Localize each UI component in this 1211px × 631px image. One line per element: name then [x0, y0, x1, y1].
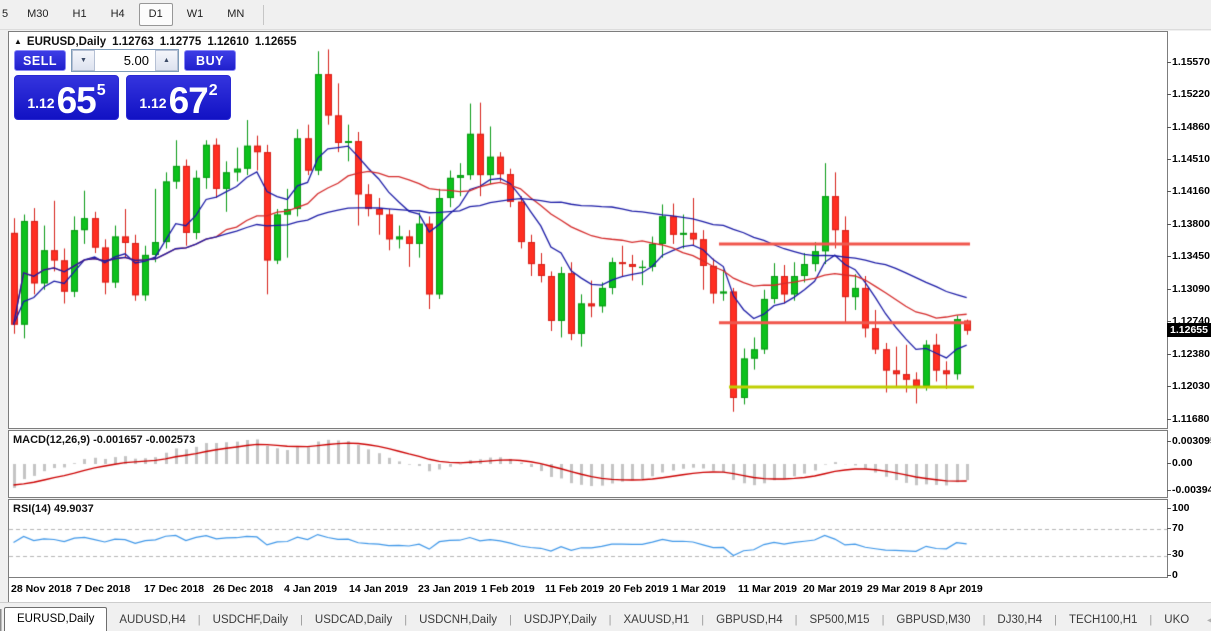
low-value: 1.12610 [207, 36, 249, 48]
date-axis-label: 1 Feb 2019 [481, 583, 535, 595]
macd-label: MACD(12,26,9) -0.001657 -0.002573 [13, 434, 196, 446]
volume-stepper: ▼ 5.00 ▲ [71, 48, 179, 72]
date-axis-label: 11 Feb 2019 [545, 583, 604, 595]
tab-gbpusd-h4[interactable]: GBPUSD,H4 [704, 609, 794, 631]
price-axis-label: 1.15570 [1167, 55, 1210, 68]
timeframe-button-mn[interactable]: MN [217, 3, 254, 26]
date-axis-label: 20 Feb 2019 [609, 583, 669, 595]
macd-axis-label: 0.00 [1166, 456, 1193, 469]
close-value: 1.12655 [254, 36, 297, 48]
sell-price-sup: 5 [96, 82, 106, 99]
sell-price-prefix: 1.12 [27, 95, 55, 111]
timeframe-button-5[interactable]: 5 [0, 3, 13, 26]
one-click-trading-widget: SELL ▼ 5.00 ▲ BUY 1.12 65 5 1.12 67 2 [14, 48, 236, 120]
date-axis-label: 14 Jan 2019 [349, 583, 408, 595]
symbol-label: EURUSD,Daily [26, 36, 107, 48]
trading-terminal-window: { "toolbar": {"timeframes": ["5","M30","… [0, 0, 1211, 631]
buy-price-sup: 2 [208, 82, 218, 99]
buy-quote-panel[interactable]: 1.12 67 2 [126, 75, 231, 120]
sell-price-big: 65 [56, 79, 97, 121]
date-axis: 28 Nov 2018 7 Dec 2018 17 Dec 2018 26 Dec 2… [8, 578, 1211, 602]
macd-signal-value: -0.002573 [145, 434, 196, 446]
price-axis-label: 1.15220 [1167, 87, 1210, 100]
buy-price-big: 67 [168, 79, 209, 121]
date-axis-label: 8 Apr 2019 [930, 583, 983, 595]
timeframe-toolbar: 5 M30 H1 H4 D1 W1 MN [0, 0, 1211, 30]
toolbar-separator [263, 4, 265, 25]
price-axis-label: 1.14860 [1167, 120, 1210, 133]
price-axis-label: 1.14160 [1167, 185, 1210, 198]
chart-header: ▲ EURUSD,Daily 1.12763 1.12775 1.12610 1.1265… [14, 36, 296, 48]
timeframe-button-d1[interactable]: D1 [138, 3, 173, 26]
date-axis-label: 17 Dec 2018 [144, 583, 205, 595]
sell-quote-panel[interactable]: 1.12 65 5 [14, 75, 119, 120]
high-value: 1.12775 [159, 36, 202, 48]
date-axis-label: 29 Mar 2019 [867, 583, 927, 595]
tab-usdchf-daily[interactable]: USDCHF,Daily [201, 609, 300, 631]
tab-xauusd-h1[interactable]: XAUUSD,H1 [611, 609, 701, 631]
current-price-badge: 1.12655 [1167, 322, 1211, 337]
price-axis-label: 1.13090 [1167, 283, 1210, 296]
volume-decrease-button[interactable]: ▼ [72, 49, 95, 71]
macd-main-value: -0.001657 [93, 434, 143, 446]
price-axis-label: 1.12380 [1167, 348, 1210, 361]
date-axis-label: 11 Mar 2019 [738, 583, 797, 595]
price-axis-label: 1.14510 [1167, 152, 1210, 165]
rsi-panel[interactable] [8, 499, 1168, 578]
rsi-canvas[interactable] [9, 500, 1167, 577]
price-axis-label: 1.12030 [1167, 380, 1210, 393]
tab-uko[interactable]: UKO [1152, 609, 1201, 631]
rsi-axis-label: 0 [1167, 568, 1178, 581]
timeframe-button-h1[interactable]: H1 [63, 3, 97, 26]
timeframe-button-m30[interactable]: M30 [17, 3, 58, 26]
date-axis-label: 28 Nov 2018 [11, 583, 72, 595]
timeframe-button-h4[interactable]: H4 [101, 3, 135, 26]
price-axis-label: 1.13800 [1167, 218, 1210, 231]
rsi-axis-label: 70 [1167, 521, 1184, 534]
tab-bar: EURUSD,Daily AUDUSD,H4 | USDCHF,Daily | USDCA… [0, 605, 1211, 631]
tab-gbpusd-m30[interactable]: GBPUSD,M30 [884, 609, 982, 631]
tab-usdcnh-daily[interactable]: USDCNH,Daily [407, 609, 509, 631]
tab-tech100-h1[interactable]: TECH100,H1 [1057, 609, 1149, 631]
tab-eurusd-daily[interactable]: EURUSD,Daily [4, 607, 108, 631]
tab-scroll-left-button[interactable]: ◄ [1201, 609, 1211, 631]
tab-dock-edge [0, 609, 2, 631]
date-axis-label: 20 Mar 2019 [803, 583, 863, 595]
date-axis-label: 7 Dec 2018 [76, 583, 131, 595]
collapse-triangle-icon[interactable]: ▲ [14, 37, 22, 46]
tab-sp500-m15[interactable]: SP500,M15 [797, 609, 881, 631]
tab-dj30-h4[interactable]: DJ30,H4 [985, 609, 1054, 631]
volume-increase-button[interactable]: ▲ [155, 49, 178, 71]
tab-audusd-h4[interactable]: AUDUSD,H4 [107, 609, 197, 631]
tab-usdjpy-daily[interactable]: USDJPY,Daily [512, 609, 609, 631]
price-axis-label: 1.11680 [1166, 412, 1210, 425]
date-axis-label: 26 Dec 2018 [213, 583, 274, 595]
price-axis-label: 1.13450 [1167, 250, 1210, 263]
buy-price-prefix: 1.12 [139, 95, 167, 111]
chart-tab-strip: EURUSD,Daily AUDUSD,H4 | USDCHF,Daily | USDCA… [0, 602, 1211, 631]
macd-axis-label: -0.003947 [1166, 484, 1211, 496]
timeframe-button-w1[interactable]: W1 [177, 3, 214, 26]
buy-button[interactable]: BUY [184, 49, 236, 71]
sell-button[interactable]: SELL [14, 49, 66, 71]
rsi-axis-label: 30 [1167, 548, 1184, 561]
macd-axis-label: 0.003095 [1167, 435, 1211, 447]
volume-input[interactable]: 5.00 [95, 50, 155, 71]
open-value: 1.12763 [112, 36, 154, 48]
rsi-label: RSI(14) 49.9037 [13, 503, 94, 515]
date-axis-label: 4 Jan 2019 [284, 583, 338, 595]
rsi-axis-label: 100 [1167, 501, 1190, 514]
tab-usdcad-daily[interactable]: USDCAD,Daily [303, 609, 404, 631]
date-axis-label: 1 Mar 2019 [672, 583, 726, 595]
date-axis-label: 23 Jan 2019 [418, 583, 477, 595]
rsi-value: 49.9037 [53, 503, 94, 515]
